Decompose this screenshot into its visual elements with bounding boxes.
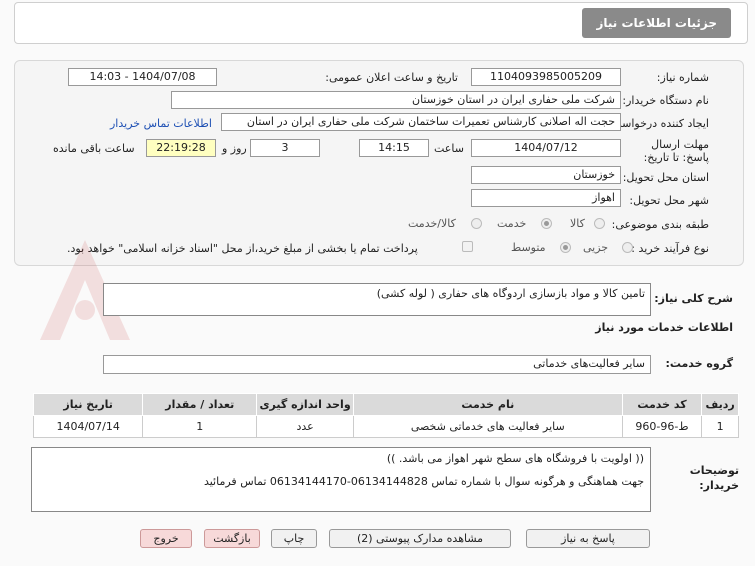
process-option-medium-radio[interactable] (560, 242, 571, 253)
cell-quantity: 1 (142, 415, 258, 438)
buyer-org-field: شرکت ملی حفاری ایران در استان خوزستان (171, 91, 621, 109)
title-tab: جزئیات اطلاعات نیاز (9, 3, 735, 43)
process-option-minor-label: جزیی (583, 241, 609, 254)
cell-service-name: سایر فعالیت های خدماتی شخصی (352, 415, 623, 438)
remaining-time-field: 22:19:28 (146, 139, 216, 157)
page-title: جزئیات اطلاعات نیاز (582, 8, 731, 38)
exit-button[interactable]: خروج (140, 529, 192, 548)
category-option-goods-radio[interactable] (594, 218, 605, 229)
services-table: ردیف کد خدمت نام خدمت واحد اندازه گیری ت… (32, 393, 739, 438)
page-header: جزئیات اطلاعات نیاز (14, 2, 748, 44)
cell-service-code: ط-96-960 (621, 415, 703, 438)
cell-unit: عدد (256, 415, 354, 438)
need-number-label: شماره نیاز: (656, 71, 709, 84)
category-option-goods-label: کالا (570, 217, 585, 230)
process-option-medium-label: متوسط (511, 241, 546, 254)
table-header-row: ردیف کد خدمت نام خدمت واحد اندازه گیری ت… (32, 393, 739, 416)
category-option-service-radio[interactable] (541, 218, 552, 229)
category-option-both-radio[interactable] (471, 218, 482, 229)
city-label: شهر محل تحویل: (629, 194, 709, 207)
cell-need-date: 1404/07/14 (32, 415, 144, 438)
col-quantity: تعداد / مقدار (142, 393, 258, 416)
col-unit: واحد اندازه گیری (256, 393, 354, 416)
creator-label: ایجاد کننده درخواست: (607, 117, 709, 130)
days-label: روز و (222, 142, 247, 155)
time-label: ساعت (434, 142, 464, 155)
description-box: تامین کالا و مواد بازسازی اردوگاه های حف… (103, 283, 651, 316)
deadline-date-field: 1404/07/12 (471, 139, 621, 157)
print-button[interactable]: چاپ (271, 529, 317, 548)
table-row: 1 ط-96-960 سایر فعالیت های خدماتی شخصی ع… (32, 415, 739, 438)
province-field: خوزستان (471, 166, 621, 184)
description-text: تامین کالا و مواد بازسازی اردوگاه های حف… (376, 287, 645, 300)
deadline-label: مهلت ارسال پاسخ: تا تاریخ: (643, 138, 709, 164)
buyer-org-label: نام دستگاه خریدار: (622, 94, 709, 107)
category-option-service-label: خدمت (497, 217, 527, 230)
payment-checkbox[interactable] (462, 241, 473, 252)
city-field: اهواز (471, 189, 621, 207)
need-number-field: 1104093985005209 (471, 68, 621, 86)
category-label: طبقه بندی موضوعی: (611, 218, 709, 231)
col-row: ردیف (701, 393, 739, 416)
service-group-label: گروه خدمت: (665, 357, 733, 370)
attachments-button[interactable]: مشاهده مدارک پیوستی (2) (329, 529, 511, 548)
province-label: استان محل تحویل: (622, 171, 709, 184)
category-option-both-label: کالا/خدمت (408, 217, 456, 230)
payment-note: پرداخت تمام یا بخشی از مبلغ خرید،از محل … (67, 242, 418, 255)
days-field: 3 (250, 139, 320, 157)
creator-field: حجت اله اصلانی کارشناس تعمیرات ساختمان ش… (221, 113, 621, 131)
col-service-name: نام خدمت (352, 393, 623, 416)
col-need-date: تاریخ نیاز (32, 393, 144, 416)
back-button[interactable]: بازگشت (204, 529, 260, 548)
description-label: شرح کلی نیاز: (654, 292, 733, 305)
announce-label: تاریخ و ساعت اعلان عمومی: (325, 71, 458, 84)
deadline-time-field: 14:15 (359, 139, 429, 157)
buyer-notes-box: (( اولویت با فروشگاه های سطح شهر اهواز م… (31, 447, 651, 512)
buyer-notes-label: توضیحات خریدار: (689, 464, 739, 492)
announce-field: 1404/07/08 - 14:03 (68, 68, 217, 86)
buyer-notes-line1: (( اولویت با فروشگاه های سطح شهر اهواز م… (386, 452, 644, 465)
services-heading: اطلاعات خدمات مورد نیاز (595, 321, 733, 334)
process-option-minor-radio[interactable] (622, 242, 633, 253)
buyer-contact-link[interactable]: اطلاعات تماس خریدار (110, 117, 212, 130)
process-label: نوع فرآیند خرید : (631, 242, 709, 255)
cell-row: 1 (701, 415, 739, 438)
buyer-notes-line2: جهت هماهنگی و هرگونه سوال با شماره تماس … (203, 475, 644, 488)
col-service-code: کد خدمت (621, 393, 703, 416)
reply-button[interactable]: پاسخ به نیاز (526, 529, 650, 548)
remaining-label: ساعت باقی مانده (53, 142, 135, 155)
service-group-field: سایر فعالیت‌های خدماتی (103, 355, 651, 374)
